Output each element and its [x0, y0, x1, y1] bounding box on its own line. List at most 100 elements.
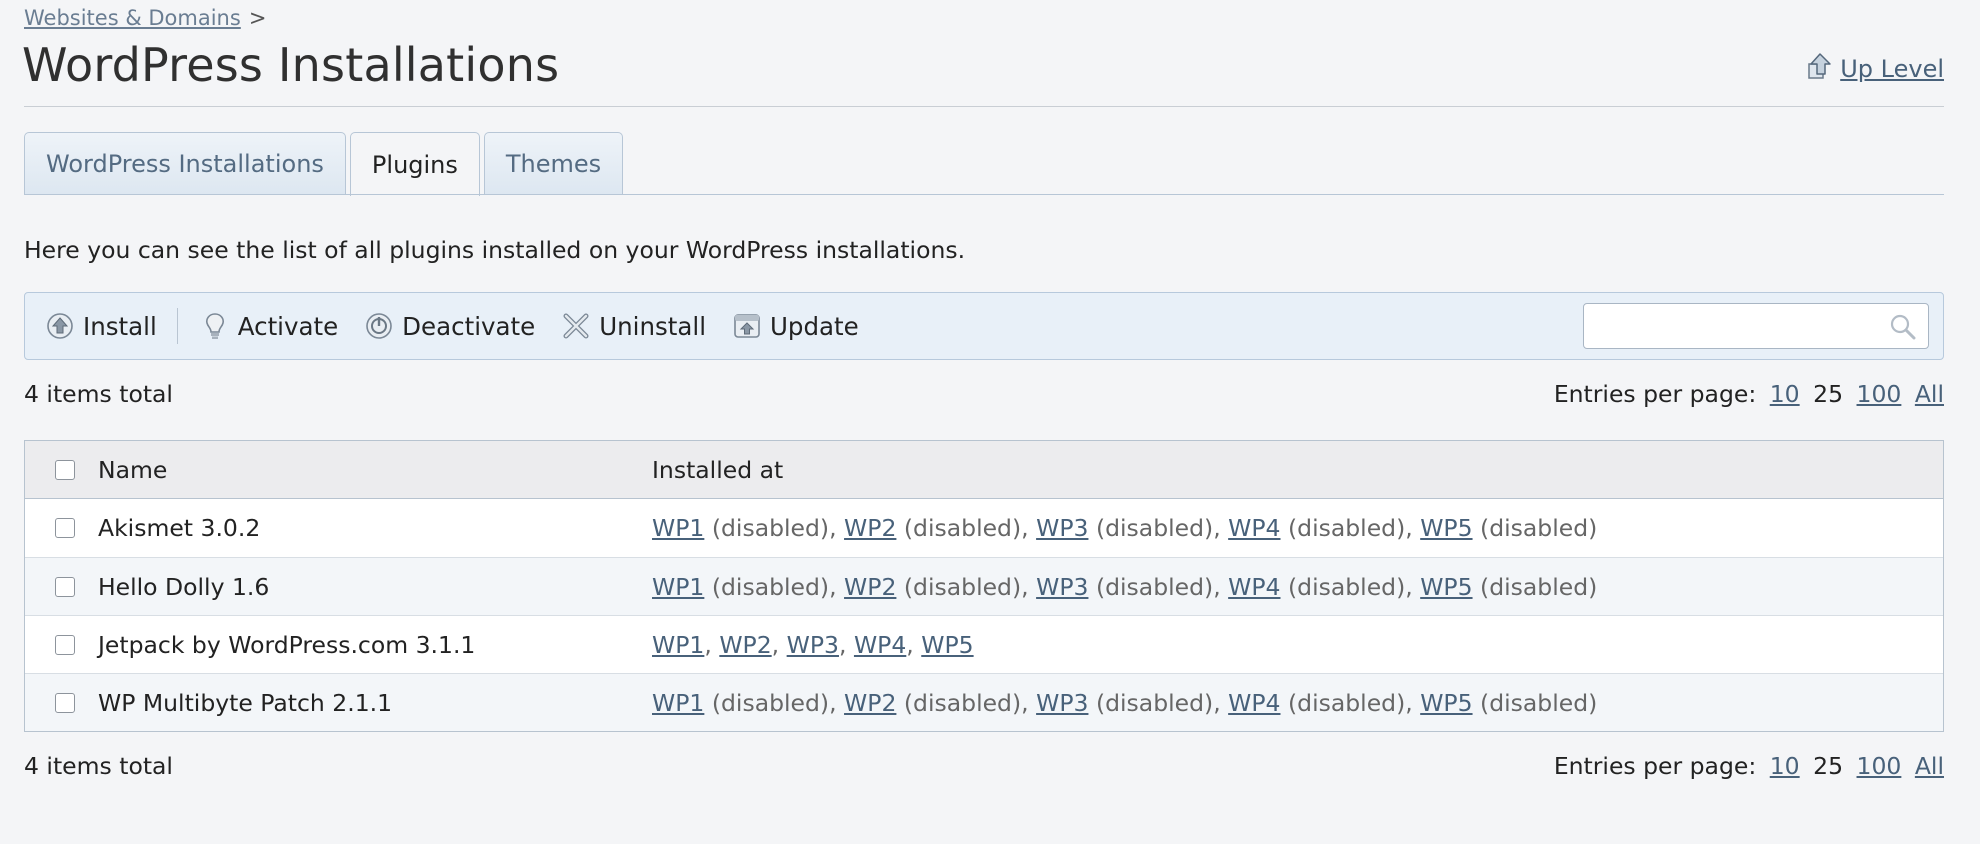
- row-checkbox-cell: [25, 518, 98, 538]
- activate-button[interactable]: Activate: [200, 311, 338, 341]
- installation-status: (disabled): [1287, 688, 1406, 717]
- plugin-name: Hello Dolly 1.6: [98, 572, 270, 601]
- uninstall-label: Uninstall: [599, 311, 706, 341]
- lightbulb-icon: [200, 311, 230, 341]
- entries-100-link[interactable]: 100: [1857, 380, 1902, 408]
- breadcrumb-separator: >: [248, 6, 267, 30]
- top-summary-row: 4 items total Entries per page: 10 25 10…: [24, 380, 1944, 408]
- deactivate-button[interactable]: Deactivate: [364, 311, 535, 341]
- page-title: WordPress Installations: [22, 38, 560, 92]
- up-level-button[interactable]: Up Level: [1806, 52, 1944, 86]
- installation-status: (disabled): [1095, 688, 1214, 717]
- installation-link[interactable]: WP1: [652, 689, 704, 717]
- installation-link[interactable]: WP3: [1036, 689, 1088, 717]
- plugin-name: Akismet 3.0.2: [98, 514, 261, 542]
- installation-link[interactable]: WP2: [844, 514, 896, 542]
- installation-link[interactable]: WP4: [1228, 573, 1280, 601]
- toolbar: Install Activate Deactivate Uninstall Up…: [24, 292, 1944, 360]
- installed-at-cell: WP1 (disabled), WP2 (disabled), WP3 (dis…: [652, 688, 1598, 717]
- installation-status: (disabled): [711, 688, 830, 717]
- select-all-checkbox[interactable]: [54, 459, 75, 480]
- tab-wordpress-installations[interactable]: WordPress Installations: [24, 132, 346, 194]
- entries-all-link[interactable]: All: [1915, 752, 1944, 780]
- row-checkbox-cell: [25, 692, 98, 713]
- table-row: Hello Dolly 1.6 WP1 (disabled), WP2 (disa…: [25, 557, 1943, 615]
- installed-at-cell: WP1 (disabled), WP2 (disabled), WP3 (dis…: [652, 514, 1598, 542]
- installation-link[interactable]: WP1: [652, 573, 704, 601]
- install-label: Install: [83, 311, 157, 341]
- entries-25-current: 25: [1813, 752, 1844, 780]
- installation-status: (disabled): [1287, 514, 1406, 542]
- installation-link[interactable]: WP3: [1036, 514, 1088, 542]
- entries-25-current: 25: [1813, 380, 1844, 408]
- deactivate-label: Deactivate: [402, 311, 536, 341]
- plugins-table: Name Installed at Akismet 3.0.2 WP1 (disa…: [24, 440, 1944, 732]
- up-level-label[interactable]: Up Level: [1840, 55, 1944, 83]
- column-header-name[interactable]: Name: [98, 456, 652, 484]
- plugins-page: Websites & Domains > WordPress Installati…: [0, 0, 1980, 844]
- entries-all-link[interactable]: All: [1915, 380, 1944, 408]
- installation-link[interactable]: WP5: [1420, 689, 1472, 717]
- row-checkbox[interactable]: [54, 634, 75, 655]
- search-input[interactable]: [1592, 304, 1886, 346]
- row-checkbox-cell: [25, 576, 98, 597]
- installation-link[interactable]: WP2: [844, 689, 896, 717]
- installation-link[interactable]: WP5: [1420, 573, 1472, 601]
- update-button[interactable]: Update: [732, 311, 859, 341]
- installation-link[interactable]: WP4: [854, 631, 906, 659]
- up-level-icon: [1806, 52, 1832, 86]
- entries-100-link[interactable]: 100: [1857, 752, 1902, 780]
- items-total: 4 items total: [24, 380, 173, 408]
- search-box: [1583, 303, 1929, 349]
- install-button[interactable]: Install: [45, 311, 157, 341]
- installation-link[interactable]: WP2: [719, 631, 771, 659]
- power-icon: [364, 311, 394, 341]
- table-row: WP Multibyte Patch 2.1.1 WP1 (disabled), …: [25, 673, 1943, 731]
- installation-link[interactable]: WP1: [652, 514, 704, 542]
- page-description: Here you can see the list of all plugins…: [24, 236, 966, 264]
- row-checkbox-cell: [25, 634, 98, 655]
- table-row: Akismet 3.0.2 WP1 (disabled), WP2 (disabl…: [25, 499, 1943, 557]
- items-total: 4 items total: [24, 752, 173, 780]
- entries-label: Entries per page:: [1553, 380, 1757, 408]
- installation-status: (disabled): [1095, 572, 1214, 601]
- installation-link[interactable]: WP3: [787, 631, 839, 659]
- tab-plugins[interactable]: Plugins: [349, 132, 480, 196]
- installation-link[interactable]: WP5: [1420, 514, 1472, 542]
- uninstall-button[interactable]: Uninstall: [561, 311, 706, 341]
- table-header: Name Installed at: [25, 441, 1943, 499]
- installation-status: (disabled): [1287, 572, 1406, 601]
- installation-status: (disabled): [903, 514, 1022, 542]
- installation-status: (disabled): [1480, 514, 1598, 542]
- table-row: Jetpack by WordPress.com 3.1.1 WP1, WP2, …: [25, 615, 1943, 673]
- breadcrumb: Websites & Domains >: [24, 6, 266, 30]
- row-checkbox[interactable]: [54, 692, 75, 713]
- activate-label: Activate: [237, 311, 339, 341]
- tab-bar: WordPress Installations Plugins Themes: [24, 132, 624, 196]
- installation-link[interactable]: WP5: [921, 631, 973, 659]
- bottom-summary-row: 4 items total Entries per page: 10 25 10…: [24, 752, 1944, 780]
- installation-link[interactable]: WP3: [1036, 573, 1088, 601]
- tab-themes[interactable]: Themes: [483, 132, 624, 194]
- entries-10-link[interactable]: 10: [1770, 752, 1800, 780]
- installation-link[interactable]: WP4: [1228, 689, 1280, 717]
- installation-status: (disabled): [1480, 688, 1598, 717]
- installation-link[interactable]: WP2: [844, 573, 896, 601]
- installation-link[interactable]: WP4: [1228, 514, 1280, 542]
- row-checkbox[interactable]: [54, 518, 75, 538]
- breadcrumb-websites-domains[interactable]: Websites & Domains: [24, 6, 241, 30]
- title-divider: [24, 106, 1944, 107]
- installation-status: (disabled): [903, 572, 1022, 601]
- installation-status: (disabled): [1480, 572, 1598, 601]
- installation-link[interactable]: WP1: [652, 631, 704, 659]
- entries-10-link[interactable]: 10: [1770, 380, 1800, 408]
- update-label: Update: [770, 311, 859, 341]
- search-icon[interactable]: [1888, 312, 1918, 346]
- installed-at-cell: WP1, WP2, WP3, WP4, WP5: [652, 630, 974, 659]
- installation-status: (disabled): [903, 688, 1022, 717]
- entries-label: Entries per page:: [1553, 752, 1757, 780]
- installation-status: (disabled): [1095, 514, 1214, 542]
- row-checkbox[interactable]: [54, 576, 75, 597]
- install-icon: [45, 311, 75, 341]
- plugin-name: WP Multibyte Patch 2.1.1: [98, 688, 393, 717]
